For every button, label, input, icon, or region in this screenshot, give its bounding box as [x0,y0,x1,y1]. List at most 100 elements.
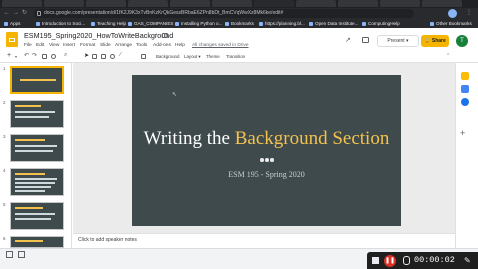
slide-thumbnail-selected[interactable] [10,66,64,94]
thumb-text-line [15,190,45,192]
thumb-title-line [15,173,45,175]
add-ons-plus-icon[interactable]: + [460,128,465,138]
layout-button[interactable]: Layout ▾ [184,54,201,60]
shape-icon[interactable] [110,54,115,59]
browser-tab[interactable] [296,0,336,7]
slides-logo-icon[interactable] [6,32,18,47]
slide-title[interactable]: Writing the Background Section [132,128,401,150]
menu-slide[interactable]: Slide [100,43,111,48]
image-icon[interactable] [101,54,106,59]
redo-icon[interactable]: ↷ [32,52,37,59]
pen-icon[interactable]: ✎ [464,256,471,265]
comments-icon[interactable] [362,37,369,43]
new-slide-icon[interactable]: + [7,52,11,59]
bookmark-icon [309,21,313,26]
activity-icon[interactable]: ↗ [345,36,351,44]
tasks-icon[interactable] [461,98,469,106]
slide-thumbnail[interactable] [10,134,64,162]
avatar[interactable]: T [456,35,468,47]
chevron-down-icon[interactable]: ▾ [15,54,17,59]
thumb-text-line [15,213,55,215]
speaker-notes[interactable]: Click to add speaker notes [73,233,455,248]
bookmark-item[interactable]: Installing Python o... [175,19,222,28]
star-icon[interactable]: ☆ [154,32,159,39]
forward-icon[interactable]: → [13,8,19,19]
browser-tab[interactable] [86,0,126,7]
slide-number: 5 [3,202,6,207]
comment-add-icon[interactable] [141,54,146,59]
browser-tab[interactable] [338,0,378,7]
reload-icon[interactable]: ↻ [22,8,27,19]
grid-view-icon[interactable] [6,251,13,258]
browser-tab-active[interactable] [254,0,294,7]
menu-file[interactable]: File [24,43,32,48]
bookmark-item[interactable]: Other Bookmarks [430,19,472,28]
slide-thumbnail[interactable] [10,236,64,248]
menu-help[interactable]: Help [175,43,185,48]
transition-button[interactable]: Transition [226,54,245,59]
url-field[interactable]: docs.google.com/presentation/d/1fK2J9K3x… [34,9,414,18]
browser-tab[interactable] [2,0,42,7]
thumb-title-line [20,79,56,81]
slide-thumbnail[interactable] [10,202,64,230]
recording-timer: 00:00:02 [414,255,455,265]
profile-icon[interactable] [448,9,457,18]
bookmark-item[interactable]: https://planning.bl... [259,19,305,28]
decorative-dot [265,158,269,162]
menu-tools[interactable]: Tools [136,43,147,48]
slide-number: 2 [3,100,6,105]
bookmark-item[interactable]: Teaching Help [91,19,126,28]
bookmark-item[interactable]: Open Data Institute... [309,19,358,28]
menu-edit[interactable]: Edit [36,43,44,48]
select-cursor-icon[interactable]: ➤ [84,52,89,59]
calendar-icon[interactable] [461,85,469,93]
keep-icon[interactable] [461,72,469,80]
bookmark-item[interactable]: Bookmarks [225,19,254,28]
bookmark-icon [175,21,179,26]
browser-tab[interactable] [380,0,420,7]
bookmark-item[interactable]: ComputingHelp [362,19,400,28]
paint-format-icon[interactable] [51,54,56,59]
back-icon[interactable]: ← [4,8,10,19]
theme-button[interactable]: Theme [206,54,220,59]
thumb-text-line [15,178,57,180]
stop-record-icon[interactable] [372,257,379,264]
print-icon[interactable] [42,54,47,59]
menu-insert[interactable]: Insert [63,43,75,48]
bookmarks-bar: Apps Introduction to Soci... Teaching He… [0,19,478,28]
share-label: Share [431,38,446,44]
slide-thumbnail[interactable] [10,100,64,128]
collapse-icon[interactable]: ⌃ [446,53,450,59]
menu-arrange[interactable]: Arrange [115,43,132,48]
zoom-icon[interactable]: ⌕ [64,52,67,59]
menu-format[interactable]: Format [80,43,95,48]
bookmark-item[interactable]: Introduction to Soci... [36,19,85,28]
save-status[interactable]: All changes saved in Drive [192,43,249,48]
undo-icon[interactable]: ↶ [24,52,29,59]
filmstrip-view-icon[interactable] [18,251,25,258]
menu-view[interactable]: View [49,43,59,48]
bookmark-icon [36,21,40,26]
menu-addons[interactable]: Add-ons [153,43,171,48]
text-box-icon[interactable] [92,54,97,59]
document-title[interactable]: ESM195_Spring2020_HowToWriteBackground [24,31,173,40]
slide-thumbnail[interactable] [10,168,64,196]
more-icon[interactable]: ⋮ [466,8,472,19]
bookmark-item[interactable]: Apps [4,19,20,28]
pause-icon[interactable]: ❚❚ [384,255,396,267]
browser-tab[interactable] [170,0,210,7]
present-button[interactable]: Present ▾ [377,35,419,47]
browser-tab[interactable] [422,0,462,7]
share-button[interactable]: 🔒 Share [421,35,449,47]
slide-subtitle[interactable]: ESM 195 - Spring 2020 [132,170,401,179]
browser-tab[interactable] [44,0,84,7]
line-icon[interactable]: ∕ [120,52,121,58]
bookmark-icon [259,21,263,26]
bookmark-item[interactable]: GAS_COMPANIES [128,19,173,28]
background-button[interactable]: Background [156,54,179,59]
microphone-icon[interactable] [403,256,410,265]
browser-tab[interactable] [128,0,168,7]
move-folder-icon[interactable] [162,33,168,38]
thumb-title-line [15,207,43,209]
browser-tab[interactable] [212,0,252,7]
